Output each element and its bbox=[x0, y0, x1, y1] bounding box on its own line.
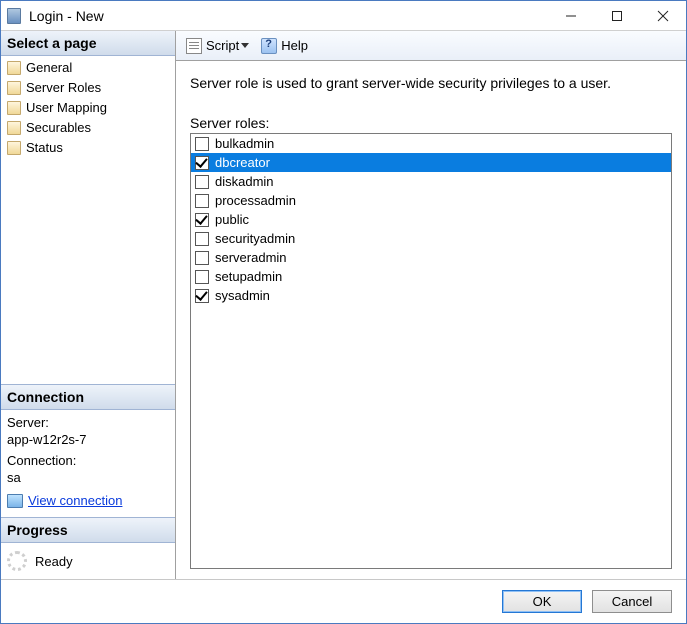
page-item-general[interactable]: General bbox=[1, 58, 175, 78]
role-row-dbcreator[interactable]: dbcreator bbox=[191, 153, 671, 172]
page-item-user-mapping[interactable]: User Mapping bbox=[1, 98, 175, 118]
role-label: sysadmin bbox=[215, 288, 270, 303]
role-checkbox-sysadmin[interactable] bbox=[195, 289, 209, 303]
sidebar: Select a page General Server Roles User Ma… bbox=[1, 31, 176, 579]
main-panel: Script Help Server role is used to grant… bbox=[176, 31, 686, 579]
role-row-securityadmin[interactable]: securityadmin bbox=[191, 229, 671, 248]
dropdown-icon bbox=[241, 43, 249, 48]
role-checkbox-securityadmin[interactable] bbox=[195, 232, 209, 246]
toolbar: Script Help bbox=[176, 31, 686, 61]
role-checkbox-public[interactable] bbox=[195, 213, 209, 227]
page-icon bbox=[7, 101, 21, 115]
role-checkbox-setupadmin[interactable] bbox=[195, 270, 209, 284]
role-checkbox-bulkadmin[interactable] bbox=[195, 137, 209, 151]
dialog-footer: OK Cancel bbox=[1, 579, 686, 623]
role-row-setupadmin[interactable]: setupadmin bbox=[191, 267, 671, 286]
page-item-server-roles[interactable]: Server Roles bbox=[1, 78, 175, 98]
help-label: Help bbox=[281, 38, 308, 53]
role-row-serveradmin[interactable]: serveradmin bbox=[191, 248, 671, 267]
page-icon bbox=[7, 121, 21, 135]
page-icon bbox=[7, 81, 21, 95]
maximize-button[interactable] bbox=[594, 1, 640, 30]
role-row-public[interactable]: public bbox=[191, 210, 671, 229]
role-checkbox-serveradmin[interactable] bbox=[195, 251, 209, 265]
progress-header: Progress bbox=[1, 517, 175, 543]
role-label: serveradmin bbox=[215, 250, 287, 265]
cancel-button[interactable]: Cancel bbox=[592, 590, 672, 613]
connection-value: sa bbox=[7, 469, 169, 486]
page-list: General Server Roles User Mapping Securable… bbox=[1, 56, 175, 166]
page-item-label: General bbox=[26, 59, 72, 77]
role-row-diskadmin[interactable]: diskadmin bbox=[191, 172, 671, 191]
role-row-processadmin[interactable]: processadmin bbox=[191, 191, 671, 210]
select-page-header: Select a page bbox=[1, 31, 175, 56]
title-bar: Login - New bbox=[1, 1, 686, 31]
description-text: Server role is used to grant server-wide… bbox=[190, 75, 672, 91]
server-roles-list[interactable]: bulkadmin dbcreator diskadmin processadmin p… bbox=[190, 133, 672, 569]
help-icon bbox=[261, 38, 277, 54]
page-item-label: Status bbox=[26, 139, 63, 157]
page-item-label: Securables bbox=[26, 119, 91, 137]
role-label: diskadmin bbox=[215, 174, 274, 189]
role-label: dbcreator bbox=[215, 155, 270, 170]
minimize-button[interactable] bbox=[548, 1, 594, 30]
view-connection-link[interactable]: View connection bbox=[28, 492, 122, 509]
ok-button[interactable]: OK bbox=[502, 590, 582, 613]
progress-spinner-icon bbox=[7, 551, 27, 571]
role-label: processadmin bbox=[215, 193, 296, 208]
progress-text: Ready bbox=[35, 554, 73, 569]
script-icon bbox=[186, 38, 202, 54]
page-item-label: Server Roles bbox=[26, 79, 101, 97]
script-button[interactable]: Script bbox=[182, 36, 253, 56]
page-item-status[interactable]: Status bbox=[1, 138, 175, 158]
role-checkbox-diskadmin[interactable] bbox=[195, 175, 209, 189]
connection-label: Connection: bbox=[7, 452, 169, 469]
role-row-bulkadmin[interactable]: bulkadmin bbox=[191, 134, 671, 153]
role-label: public bbox=[215, 212, 249, 227]
window-title: Login - New bbox=[27, 8, 548, 24]
role-label: bulkadmin bbox=[215, 136, 274, 151]
help-button[interactable]: Help bbox=[257, 36, 312, 56]
role-row-sysadmin[interactable]: sysadmin bbox=[191, 286, 671, 305]
role-label: setupadmin bbox=[215, 269, 282, 284]
roles-list-label: Server roles: bbox=[190, 115, 672, 131]
server-value: app-w12r2s-7 bbox=[7, 431, 169, 448]
role-checkbox-processadmin[interactable] bbox=[195, 194, 209, 208]
server-label: Server: bbox=[7, 414, 169, 431]
connection-header: Connection bbox=[1, 384, 175, 410]
script-label: Script bbox=[206, 38, 239, 53]
role-label: securityadmin bbox=[215, 231, 295, 246]
role-checkbox-dbcreator[interactable] bbox=[195, 156, 209, 170]
page-item-label: User Mapping bbox=[26, 99, 107, 117]
page-icon bbox=[7, 141, 21, 155]
monitor-icon bbox=[7, 494, 23, 508]
close-button[interactable] bbox=[640, 1, 686, 30]
page-item-securables[interactable]: Securables bbox=[1, 118, 175, 138]
page-icon bbox=[7, 61, 21, 75]
app-icon bbox=[1, 8, 27, 24]
